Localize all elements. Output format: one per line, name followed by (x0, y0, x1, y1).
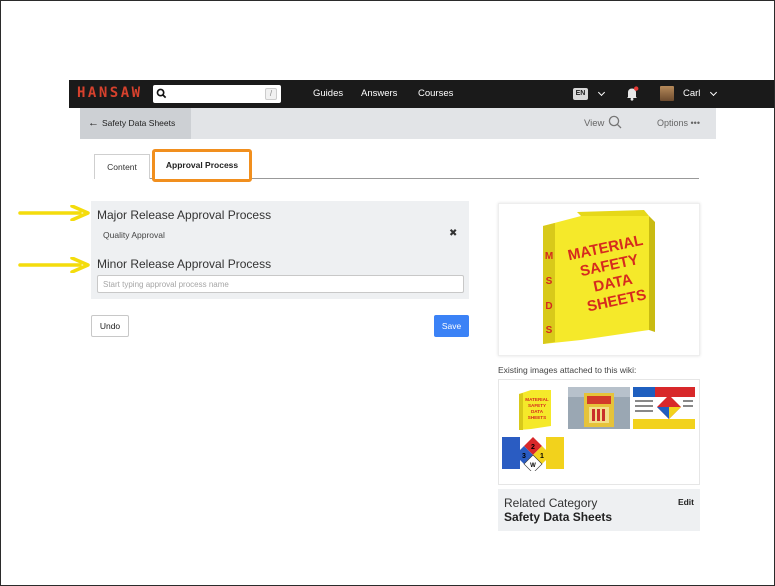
diamond-number: W (530, 463, 536, 469)
minor-approval-process-input[interactable] (97, 275, 464, 293)
tab-approval-process-label: Approval Process (165, 160, 239, 170)
save-button[interactable]: Save (434, 315, 469, 337)
existing-images-gallery: MATERIAL SAFETY DATA SHEETS 2 3 1 W (498, 379, 700, 485)
spine-letter: D (545, 301, 552, 312)
search-box[interactable]: / (153, 85, 281, 103)
tab-approval-process[interactable]: Approval Process (152, 149, 252, 182)
spine-letter: S (546, 276, 553, 287)
spine-letter: M (545, 251, 553, 262)
major-release-heading: Major Release Approval Process (97, 208, 272, 222)
view-button[interactable]: View (584, 118, 604, 129)
thumb-binder-text: DATA (531, 409, 544, 414)
remove-icon[interactable]: ✖ (449, 228, 457, 239)
top-navbar: HANSAW / Guides Answers Courses EN Carl (69, 80, 774, 108)
nav-link-courses[interactable]: Courses (418, 88, 453, 99)
search-shortcut-badge: / (265, 88, 277, 100)
related-category-panel: Related Category Safety Data Sheets Edit (498, 489, 700, 531)
major-selected-process: Quality Approval (103, 230, 165, 240)
options-button[interactable]: Options ••• (657, 118, 700, 128)
thumbnail-hazard-diamond[interactable]: 2 3 1 W (502, 435, 564, 471)
nav-link-guides[interactable]: Guides (313, 88, 343, 99)
related-category-edit-button[interactable]: Edit (678, 497, 694, 507)
thumbnail-binder[interactable]: MATERIAL SAFETY DATA SHEETS (505, 386, 563, 432)
thumb-binder-text: SAFETY (528, 403, 546, 408)
language-selector[interactable]: EN (573, 88, 588, 100)
diamond-number: 1 (540, 453, 544, 460)
diamond-number: 2 (531, 444, 535, 451)
thumbnail-nfpa-chart[interactable] (633, 387, 695, 429)
user-name[interactable]: Carl (683, 88, 700, 99)
related-category-value[interactable]: Safety Data Sheets (504, 510, 612, 524)
page-toolbar: ← Safety Data Sheets View Options ••• (80, 108, 716, 139)
spine-letter: S (546, 325, 553, 336)
minor-release-heading: Minor Release Approval Process (97, 257, 272, 271)
user-menu-chevron-icon[interactable] (709, 88, 718, 97)
related-category-label: Related Category (504, 496, 598, 510)
tab-content[interactable]: Content (94, 154, 150, 179)
avatar[interactable] (660, 86, 674, 101)
screenshot-frame: HANSAW / Guides Answers Courses EN Carl … (0, 0, 775, 586)
chevron-down-icon[interactable] (597, 88, 606, 97)
thumb-binder-text: SHEETS (528, 415, 546, 420)
back-arrow-icon: ← (88, 117, 99, 129)
back-label: Safety Data Sheets (102, 118, 176, 128)
brand-logo[interactable]: HANSAW (77, 85, 143, 101)
search-icon (156, 88, 167, 99)
thumb-binder-text: MATERIAL (525, 397, 549, 402)
undo-button[interactable]: Undo (91, 315, 129, 337)
annotation-arrow-minor (18, 257, 90, 273)
magnifier-icon[interactable] (608, 115, 622, 129)
approval-process-panel: Major Release Approval Process Quality A… (91, 201, 469, 299)
notification-bell-icon[interactable] (625, 86, 639, 101)
safety-data-sheets-binder-image: M S D S MATERIAL SAFETY DATA SHEETS (543, 210, 655, 344)
thumbnail-sds-station[interactable] (568, 387, 630, 429)
nav-link-answers[interactable]: Answers (361, 88, 397, 99)
existing-images-label: Existing images attached to this wiki: (498, 365, 637, 375)
main-image[interactable]: M S D S MATERIAL SAFETY DATA SHEETS (498, 203, 700, 356)
diamond-number: 3 (522, 453, 526, 460)
back-button[interactable]: ← Safety Data Sheets (80, 108, 191, 139)
annotation-arrow-major (18, 205, 90, 221)
